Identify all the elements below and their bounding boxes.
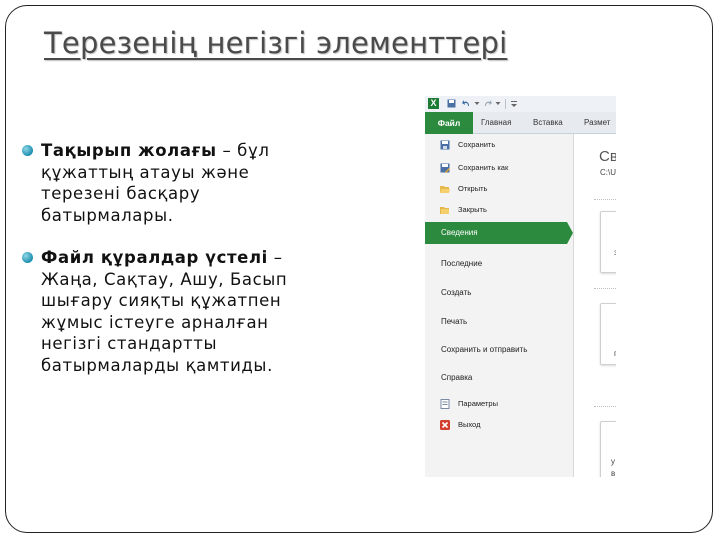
menu-item-recent[interactable]: Последние (425, 259, 573, 271)
chevron-down-icon[interactable] (495, 99, 501, 108)
toolbar-divider (505, 99, 506, 109)
save-icon (440, 140, 450, 150)
divider (594, 288, 616, 289)
undo-icon[interactable] (462, 99, 471, 108)
card-text: у (611, 457, 615, 466)
save-as-icon (440, 163, 450, 173)
menu-item-save[interactable]: Сохранить (425, 140, 573, 152)
menu-item-label: Закрыть (458, 205, 487, 214)
exit-icon (440, 420, 450, 430)
menu-item-close[interactable]: Закрыть (425, 205, 573, 217)
save-icon[interactable] (447, 99, 456, 108)
excel-backstage-screenshot: X Файл Главная Вставка Размет Сохранить (425, 96, 616, 477)
excel-app-icon[interactable]: X (428, 98, 439, 109)
divider (594, 406, 616, 407)
menu-item-label: Параметры (458, 399, 498, 408)
card-text: в (611, 469, 616, 477)
menu-item-label: Сохранить (458, 140, 496, 149)
bullet-icon (22, 145, 34, 156)
selection-arrow (567, 222, 573, 244)
slide-title: Терезенің негізгі элементтері (44, 26, 508, 60)
menu-item-label: Печать (441, 317, 468, 326)
bullet-term: Тақырып жолағы (41, 141, 217, 160)
divider (594, 199, 616, 200)
bullet-item: Файл құралдар үстелі – Жаңа, Сақтау, Ашу… (22, 247, 312, 376)
bullet-item: Тақырып жолағы – бұл құжаттың атауы және… (22, 140, 312, 226)
menu-item-label: Сохранить как (458, 163, 509, 172)
menu-item-save-as[interactable]: Сохранить как (425, 163, 573, 175)
tab-file[interactable]: Файл (425, 112, 473, 134)
options-icon (440, 399, 450, 409)
menu-item-exit[interactable]: Выход (425, 420, 573, 432)
menu-item-label: Выход (458, 420, 481, 429)
tab-insert[interactable]: Вставка (533, 112, 563, 134)
menu-item-open[interactable]: Открыть (425, 184, 573, 196)
info-card[interactable] (600, 211, 616, 273)
card-text: п (614, 349, 616, 358)
bullet-icon (22, 252, 34, 263)
menu-item-save-and-send[interactable]: Сохранить и отправить (425, 345, 573, 357)
menu-item-help[interactable]: Справка (425, 373, 573, 385)
redo-icon[interactable] (483, 99, 492, 108)
menu-item-label: Создать (441, 288, 472, 297)
menu-item-print[interactable]: Печать (425, 317, 573, 329)
content-path: C:\U (600, 168, 616, 177)
menu-item-label: Справка (441, 373, 473, 382)
open-folder-icon (440, 186, 450, 193)
bullet-term: Файл құралдар үстелі (41, 248, 268, 267)
menu-item-label: Открыть (458, 184, 488, 193)
tab-page-layout[interactable]: Размет (584, 112, 610, 134)
close-folder-icon (440, 207, 449, 214)
menu-item-label: Последние (441, 259, 483, 268)
content-title: Све (599, 148, 616, 165)
chevron-down-icon[interactable] (474, 99, 480, 108)
quick-access-toolbar: X (425, 96, 616, 112)
customize-toolbar-icon[interactable] (510, 99, 518, 108)
menu-item-new[interactable]: Создать (425, 288, 573, 300)
menu-item-label: Сохранить и отправить (441, 345, 528, 354)
bullet-list: Тақырып жолағы – бұл құжаттың атауы және… (22, 140, 312, 376)
tab-home[interactable]: Главная (481, 112, 511, 134)
menu-item-options[interactable]: Параметры (425, 399, 573, 411)
card-text: з (614, 248, 616, 257)
menu-item-info-label: Сведения (441, 228, 478, 237)
